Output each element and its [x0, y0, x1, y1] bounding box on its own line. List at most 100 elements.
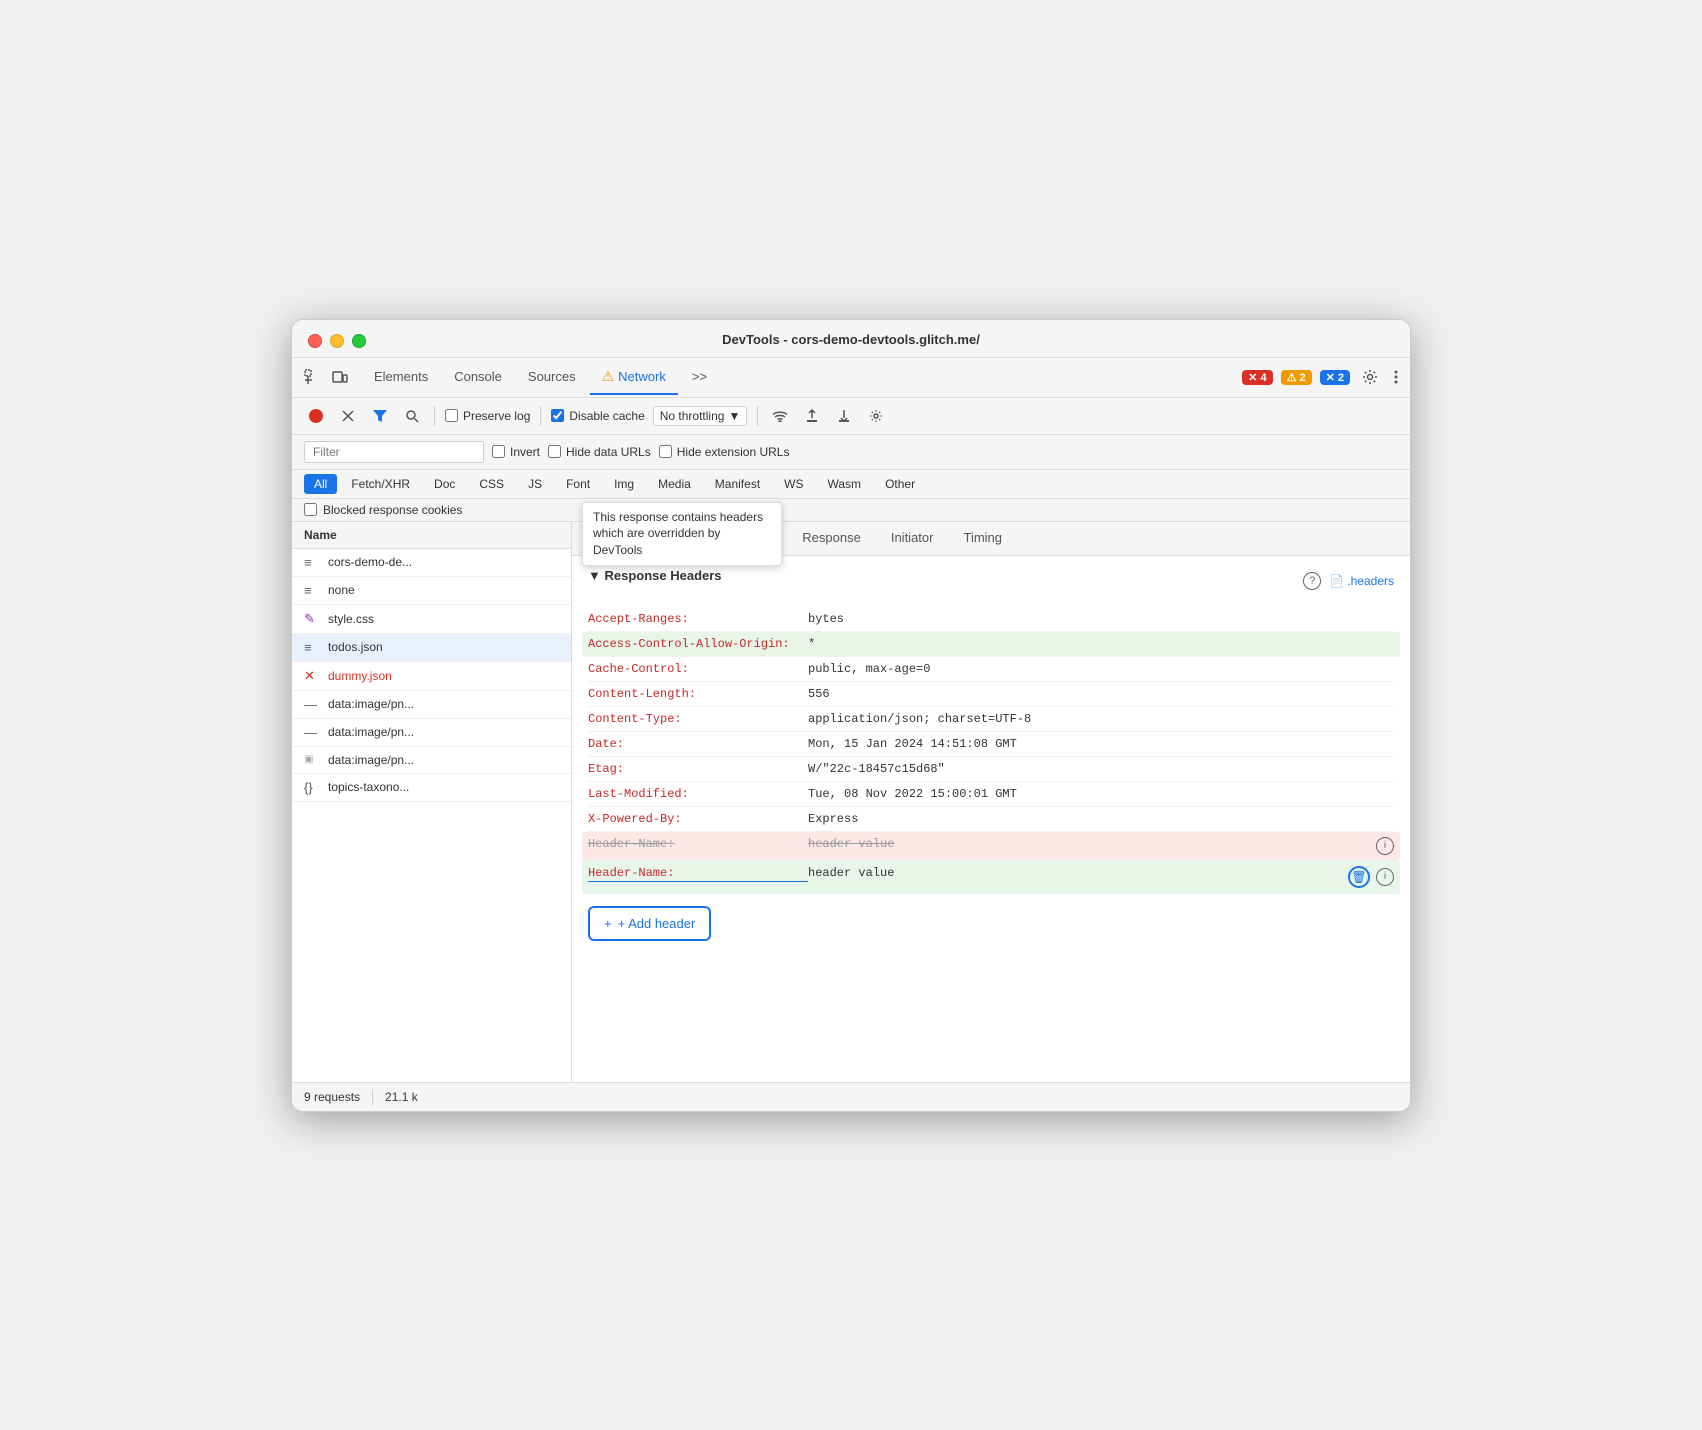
type-btn-css[interactable]: CSS	[469, 474, 514, 494]
type-btn-font[interactable]: Font	[556, 474, 600, 494]
header-value: bytes	[808, 612, 1394, 626]
header-row-editable: Header-Name: header value 🗑 i	[582, 861, 1400, 894]
preserve-log-checkbox-label[interactable]: Preserve log	[445, 409, 530, 423]
list-item[interactable]: {} topics-taxono...	[292, 774, 571, 802]
clear-button[interactable]	[336, 404, 360, 428]
preserve-log-checkbox[interactable]	[445, 409, 458, 422]
invert-checkbox-label[interactable]: Invert	[492, 445, 540, 459]
header-value-editable[interactable]: header value	[808, 866, 1340, 880]
type-btn-ws[interactable]: WS	[774, 474, 813, 494]
invert-checkbox[interactable]	[492, 445, 505, 458]
list-item[interactable]: — data:image/pn...	[292, 691, 571, 719]
warning-badge[interactable]: ⚠ 2	[1281, 370, 1312, 385]
type-btn-doc[interactable]: Doc	[424, 474, 465, 494]
tab-bar-actions: ✕ 4 ⚠ 2 ✕ 2	[1242, 365, 1402, 389]
type-btn-fetchxhr[interactable]: Fetch/XHR	[341, 474, 420, 494]
type-btn-js[interactable]: JS	[518, 474, 552, 494]
header-key: Last-Modified:	[588, 787, 808, 801]
header-value: Tue, 08 Nov 2022 15:00:01 GMT	[808, 787, 1394, 801]
tab-timing[interactable]: Timing	[949, 522, 1016, 555]
hide-data-urls-checkbox[interactable]	[548, 445, 561, 458]
search-button[interactable]	[400, 404, 424, 428]
tab-sources[interactable]: Sources	[516, 361, 588, 394]
type-btn-wasm[interactable]: Wasm	[818, 474, 872, 494]
throttle-select[interactable]: No throttling ▼	[653, 406, 748, 426]
settings-button[interactable]	[1358, 365, 1382, 389]
header-key-strikethrough: Header-Name:	[588, 837, 808, 851]
blocked-cookies-checkbox[interactable]	[304, 503, 317, 516]
hide-extension-urls-checkbox-label[interactable]: Hide extension URLs	[659, 445, 790, 459]
image-icon: ▣	[304, 754, 320, 765]
detail-panel: ✕ Headers Preview Response Initiator Tim…	[572, 522, 1410, 1082]
list-item[interactable]: ✎ style.css	[292, 605, 571, 634]
add-header-icon: +	[604, 916, 612, 931]
inspect-element-button[interactable]	[300, 365, 324, 389]
wifi-icon[interactable]	[768, 404, 792, 428]
title-bar: DevTools - cors-demo-devtools.glitch.me/	[292, 320, 1410, 358]
maximize-button[interactable]	[352, 334, 366, 348]
devtools-window: DevTools - cors-demo-devtools.glitch.me/…	[291, 319, 1411, 1112]
list-item[interactable]: ≡ none	[292, 577, 571, 605]
json-icon: ≡	[304, 640, 320, 655]
type-btn-manifest[interactable]: Manifest	[705, 474, 770, 494]
list-item[interactable]: ≡ cors-demo-de...	[292, 549, 571, 577]
error-badge-label: ✕ 4	[1248, 371, 1266, 384]
tab-elements[interactable]: Elements	[362, 361, 440, 394]
close-button[interactable]	[308, 334, 322, 348]
disable-cache-label: Disable cache	[569, 409, 644, 423]
name-column-header: Name	[304, 528, 559, 542]
hide-data-urls-checkbox-label[interactable]: Hide data URLs	[548, 445, 651, 459]
list-item[interactable]: — data:image/pn...	[292, 719, 571, 747]
data-size: 21.1 k	[385, 1090, 418, 1104]
header-row-action: 🗑 i	[1348, 866, 1394, 888]
hide-extension-urls-label: Hide extension URLs	[677, 445, 790, 459]
disable-cache-checkbox-label[interactable]: Disable cache	[551, 409, 644, 423]
filter-input[interactable]	[304, 441, 484, 463]
headers-file-label: .headers	[1347, 574, 1394, 588]
filter-button[interactable]	[368, 404, 392, 428]
section-title-row: ▼ Response Headers ? 📄 .headers	[588, 568, 1394, 595]
info-badge[interactable]: ✕ 2	[1320, 370, 1350, 385]
hide-extension-urls-checkbox[interactable]	[659, 445, 672, 458]
error-badge[interactable]: ✕ 4	[1242, 370, 1272, 385]
disable-cache-checkbox[interactable]	[551, 409, 564, 422]
device-toggle-button[interactable]	[328, 365, 352, 389]
headers-content: ▼ Response Headers ? 📄 .headers Accept-R…	[572, 556, 1410, 1082]
throttle-arrow-icon: ▼	[728, 409, 740, 423]
header-info-icon[interactable]: i	[1376, 837, 1394, 855]
download-icon[interactable]	[832, 404, 856, 428]
tab-more[interactable]: >>	[680, 361, 719, 394]
network-settings-icon[interactable]	[864, 404, 888, 428]
more-options-button[interactable]	[1390, 366, 1402, 388]
upload-icon[interactable]	[800, 404, 824, 428]
header-value: 556	[808, 687, 1394, 701]
stop-recording-button[interactable]	[304, 404, 328, 428]
header-key: X-Powered-By:	[588, 812, 808, 826]
tab-network[interactable]: ⚠ Network	[590, 360, 678, 395]
tab-response[interactable]: Response	[788, 522, 875, 555]
headers-file-link[interactable]: 📄 .headers	[1329, 574, 1394, 588]
tab-network-label: Network	[618, 369, 666, 384]
add-header-button[interactable]: + + Add header	[588, 906, 711, 941]
type-btn-img[interactable]: Img	[604, 474, 644, 494]
header-value: Mon, 15 Jan 2024 14:51:08 GMT	[808, 737, 1394, 751]
header-info-icon[interactable]: i	[1376, 868, 1394, 886]
header-key-editable[interactable]: Header-Name:	[588, 866, 808, 882]
list-item-selected[interactable]: ≡ todos.json	[292, 634, 571, 662]
list-item[interactable]: ▣ data:image/pn...	[292, 747, 571, 774]
warning-badge-label: ⚠ 2	[1287, 371, 1306, 384]
delete-header-button[interactable]: 🗑	[1348, 866, 1370, 888]
type-btn-other[interactable]: Other	[875, 474, 925, 494]
section-help: ? 📄 .headers	[1303, 572, 1394, 590]
response-headers-title: ▼ Response Headers	[588, 568, 722, 583]
list-item[interactable]: ✕ dummy.json	[292, 662, 571, 691]
header-row: X-Powered-By: Express	[588, 807, 1394, 832]
tab-initiator[interactable]: Initiator	[877, 522, 948, 555]
header-row-action: i	[1376, 837, 1394, 855]
toolbar-separator-3	[757, 406, 758, 426]
help-icon[interactable]: ?	[1303, 572, 1321, 590]
type-btn-all[interactable]: All	[304, 474, 337, 494]
minimize-button[interactable]	[330, 334, 344, 348]
type-btn-media[interactable]: Media	[648, 474, 701, 494]
tab-console[interactable]: Console	[442, 361, 514, 394]
